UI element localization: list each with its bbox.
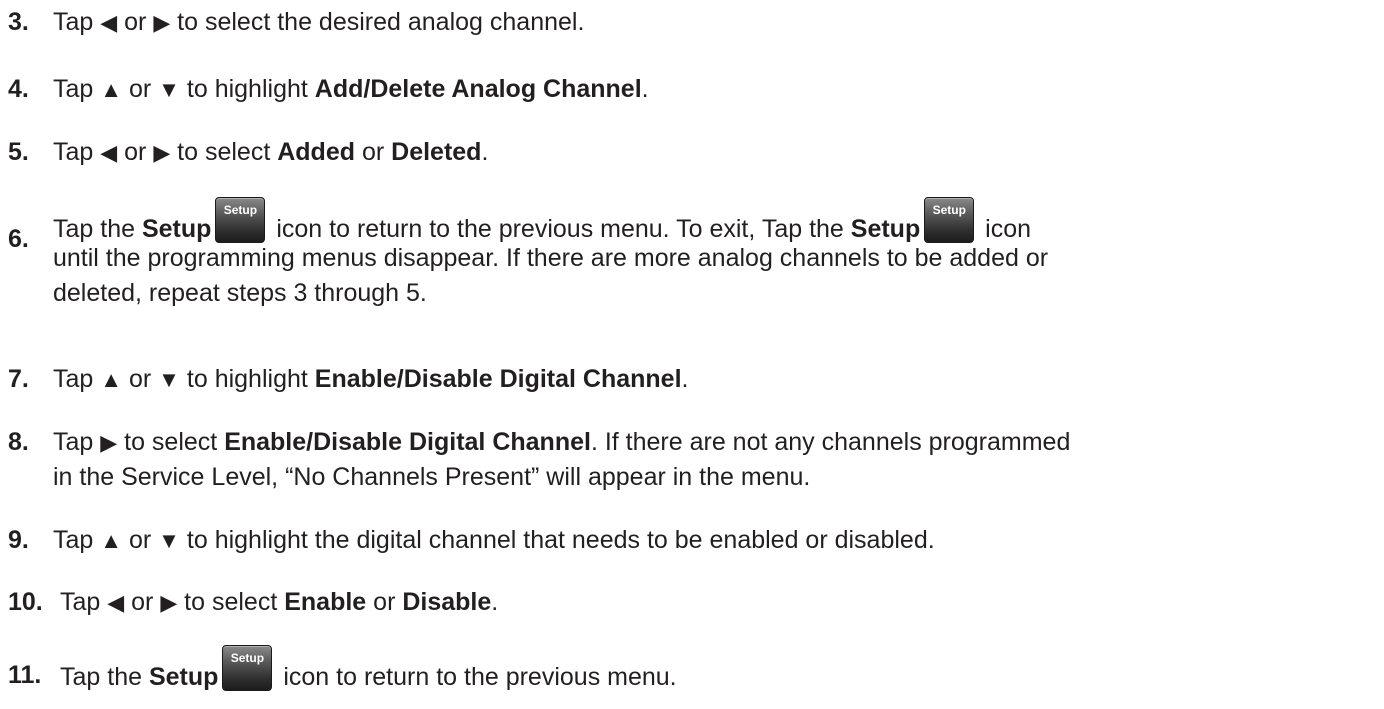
- step-3: 3. Tap ◀ or ▶ to select the desired anal…: [8, 5, 1378, 40]
- step-text: Tap the Setup Setup icon to return to the…: [60, 645, 1378, 707]
- text-run: Tap: [53, 8, 101, 36]
- step-text: Tap ▲ or ▼ to highlight Enable/Disable D…: [53, 362, 1378, 397]
- bold-term: Setup: [148, 663, 219, 691]
- text-run: to select: [117, 428, 225, 456]
- step-9: 9. Tap ▲ or ▼ to highlight the digital c…: [8, 523, 1378, 558]
- step-6: 6. Tap the Setup Setup icon to return to …: [8, 197, 1378, 311]
- step-4: 4. Tap ▲ or ▼ to highlight Add/Delete An…: [8, 72, 1378, 107]
- step-7: 7. Tap ▲ or ▼ to highlight Enable/Disabl…: [8, 362, 1378, 397]
- setup-button-icon: Setup: [924, 197, 975, 243]
- text-run: icon to return to the previous menu.: [276, 663, 677, 691]
- text-run: Tap: [53, 365, 101, 393]
- right-triangle-icon: ▶: [153, 140, 171, 165]
- text-run: to select: [177, 588, 285, 616]
- right-triangle-icon: ▶: [160, 590, 178, 615]
- right-triangle-icon: ▶: [153, 10, 171, 35]
- step-5: 5. Tap ◀ or ▶ to select Added or Deleted…: [8, 135, 1378, 170]
- setup-icon-label: Setup: [223, 203, 258, 217]
- text-run: to highlight: [179, 365, 315, 393]
- text-run: or: [355, 138, 392, 166]
- step-number: 3.: [8, 8, 29, 36]
- step-text: Tap ▶ to select Enable/Disable Digital C…: [53, 425, 1378, 495]
- text-run: or: [117, 138, 154, 166]
- setup-icon-label: Setup: [932, 203, 966, 217]
- text-run: .: [681, 365, 689, 393]
- bold-term: Added: [277, 138, 356, 166]
- step-text: Tap ▲ or ▼ to highlight Add/Delete Analo…: [53, 72, 1378, 107]
- step-text: Tap ◀ or ▶ to select the desired analog …: [53, 5, 1378, 40]
- step-10: 10. Tap ◀ or ▶ to select Enable or Disab…: [8, 585, 1378, 620]
- bold-term: Enable/Disable Digital Channel: [314, 365, 682, 393]
- text-line: deleted, repeat steps 3 through 5.: [53, 279, 427, 307]
- text-run: Tap: [53, 526, 101, 554]
- text-run: or: [366, 588, 403, 616]
- bold-term: Setup: [141, 215, 212, 243]
- text-run: or: [124, 588, 161, 616]
- bold-term: Deleted: [391, 138, 482, 166]
- text-run: Tap: [60, 588, 108, 616]
- text-run: or: [122, 526, 159, 554]
- left-triangle-icon: ◀: [100, 10, 118, 35]
- up-triangle-icon: ▲: [100, 77, 123, 102]
- step-number: 4.: [8, 75, 29, 103]
- setup-button-icon: Setup: [215, 197, 266, 243]
- text-run: to select the desired analog channel.: [170, 8, 585, 36]
- up-triangle-icon: ▲: [100, 367, 123, 392]
- up-triangle-icon: ▲: [100, 528, 123, 553]
- text-run: Tap: [53, 75, 101, 103]
- text-run: .: [641, 75, 649, 103]
- text-run: Tap: [53, 428, 101, 456]
- text-run: Tap the: [60, 663, 149, 691]
- text-run: to select: [170, 138, 278, 166]
- step-text: Tap ◀ or ▶ to select Added or Deleted.: [53, 135, 1378, 170]
- setup-button-icon: Setup: [222, 645, 273, 691]
- bold-term: Enable: [284, 588, 367, 616]
- step-8: 8. Tap ▶ to select Enable/Disable Digita…: [8, 425, 1378, 495]
- text-line: until the programming menus disappear. I…: [53, 244, 1049, 272]
- setup-icon-label: Setup: [230, 651, 265, 665]
- text-run: .: [491, 588, 499, 616]
- text-run: to highlight: [179, 75, 315, 103]
- bold-term: Setup: [850, 215, 921, 243]
- text-run: or: [122, 75, 159, 103]
- text-run: . If there are not any channels programm…: [590, 428, 1071, 456]
- text-run: or: [117, 8, 154, 36]
- step-text: Tap ▲ or ▼ to highlight the digital chan…: [53, 523, 1378, 558]
- bold-term: Add/Delete Analog Channel: [314, 75, 642, 103]
- text-run: to highlight the digital channel that ne…: [179, 526, 935, 554]
- step-text: Tap the Setup Setup icon to return to the…: [53, 197, 1378, 311]
- step-number: 10.: [8, 588, 43, 616]
- text-run: Tap the: [53, 215, 142, 243]
- bold-term: Disable: [402, 588, 492, 616]
- text-run: Tap: [53, 138, 101, 166]
- step-number: 8.: [8, 428, 29, 456]
- text-line: in the Service Level, “No Channels Prese…: [53, 463, 811, 491]
- step-number: 7.: [8, 365, 29, 393]
- step-text: Tap ◀ or ▶ to select Enable or Disable.: [60, 585, 1378, 620]
- text-run: icon: [978, 215, 1032, 243]
- text-run: .: [481, 138, 489, 166]
- text-run: or: [122, 365, 159, 393]
- down-triangle-icon: ▼: [158, 528, 180, 553]
- step-number: 6.: [8, 225, 29, 253]
- left-triangle-icon: ◀: [107, 590, 125, 615]
- left-triangle-icon: ◀: [100, 140, 118, 165]
- down-triangle-icon: ▼: [158, 367, 180, 392]
- step-number: 9.: [8, 526, 29, 554]
- step-number: 5.: [8, 138, 29, 166]
- step-11: 11. Tap the Setup Setup icon to return to…: [8, 645, 1378, 707]
- bold-term: Enable/Disable Digital Channel: [224, 428, 591, 456]
- right-triangle-icon: ▶: [100, 430, 118, 455]
- text-run: icon to return to the previous menu. To …: [269, 215, 851, 243]
- step-number: 11.: [8, 661, 42, 689]
- down-triangle-icon: ▼: [158, 77, 180, 102]
